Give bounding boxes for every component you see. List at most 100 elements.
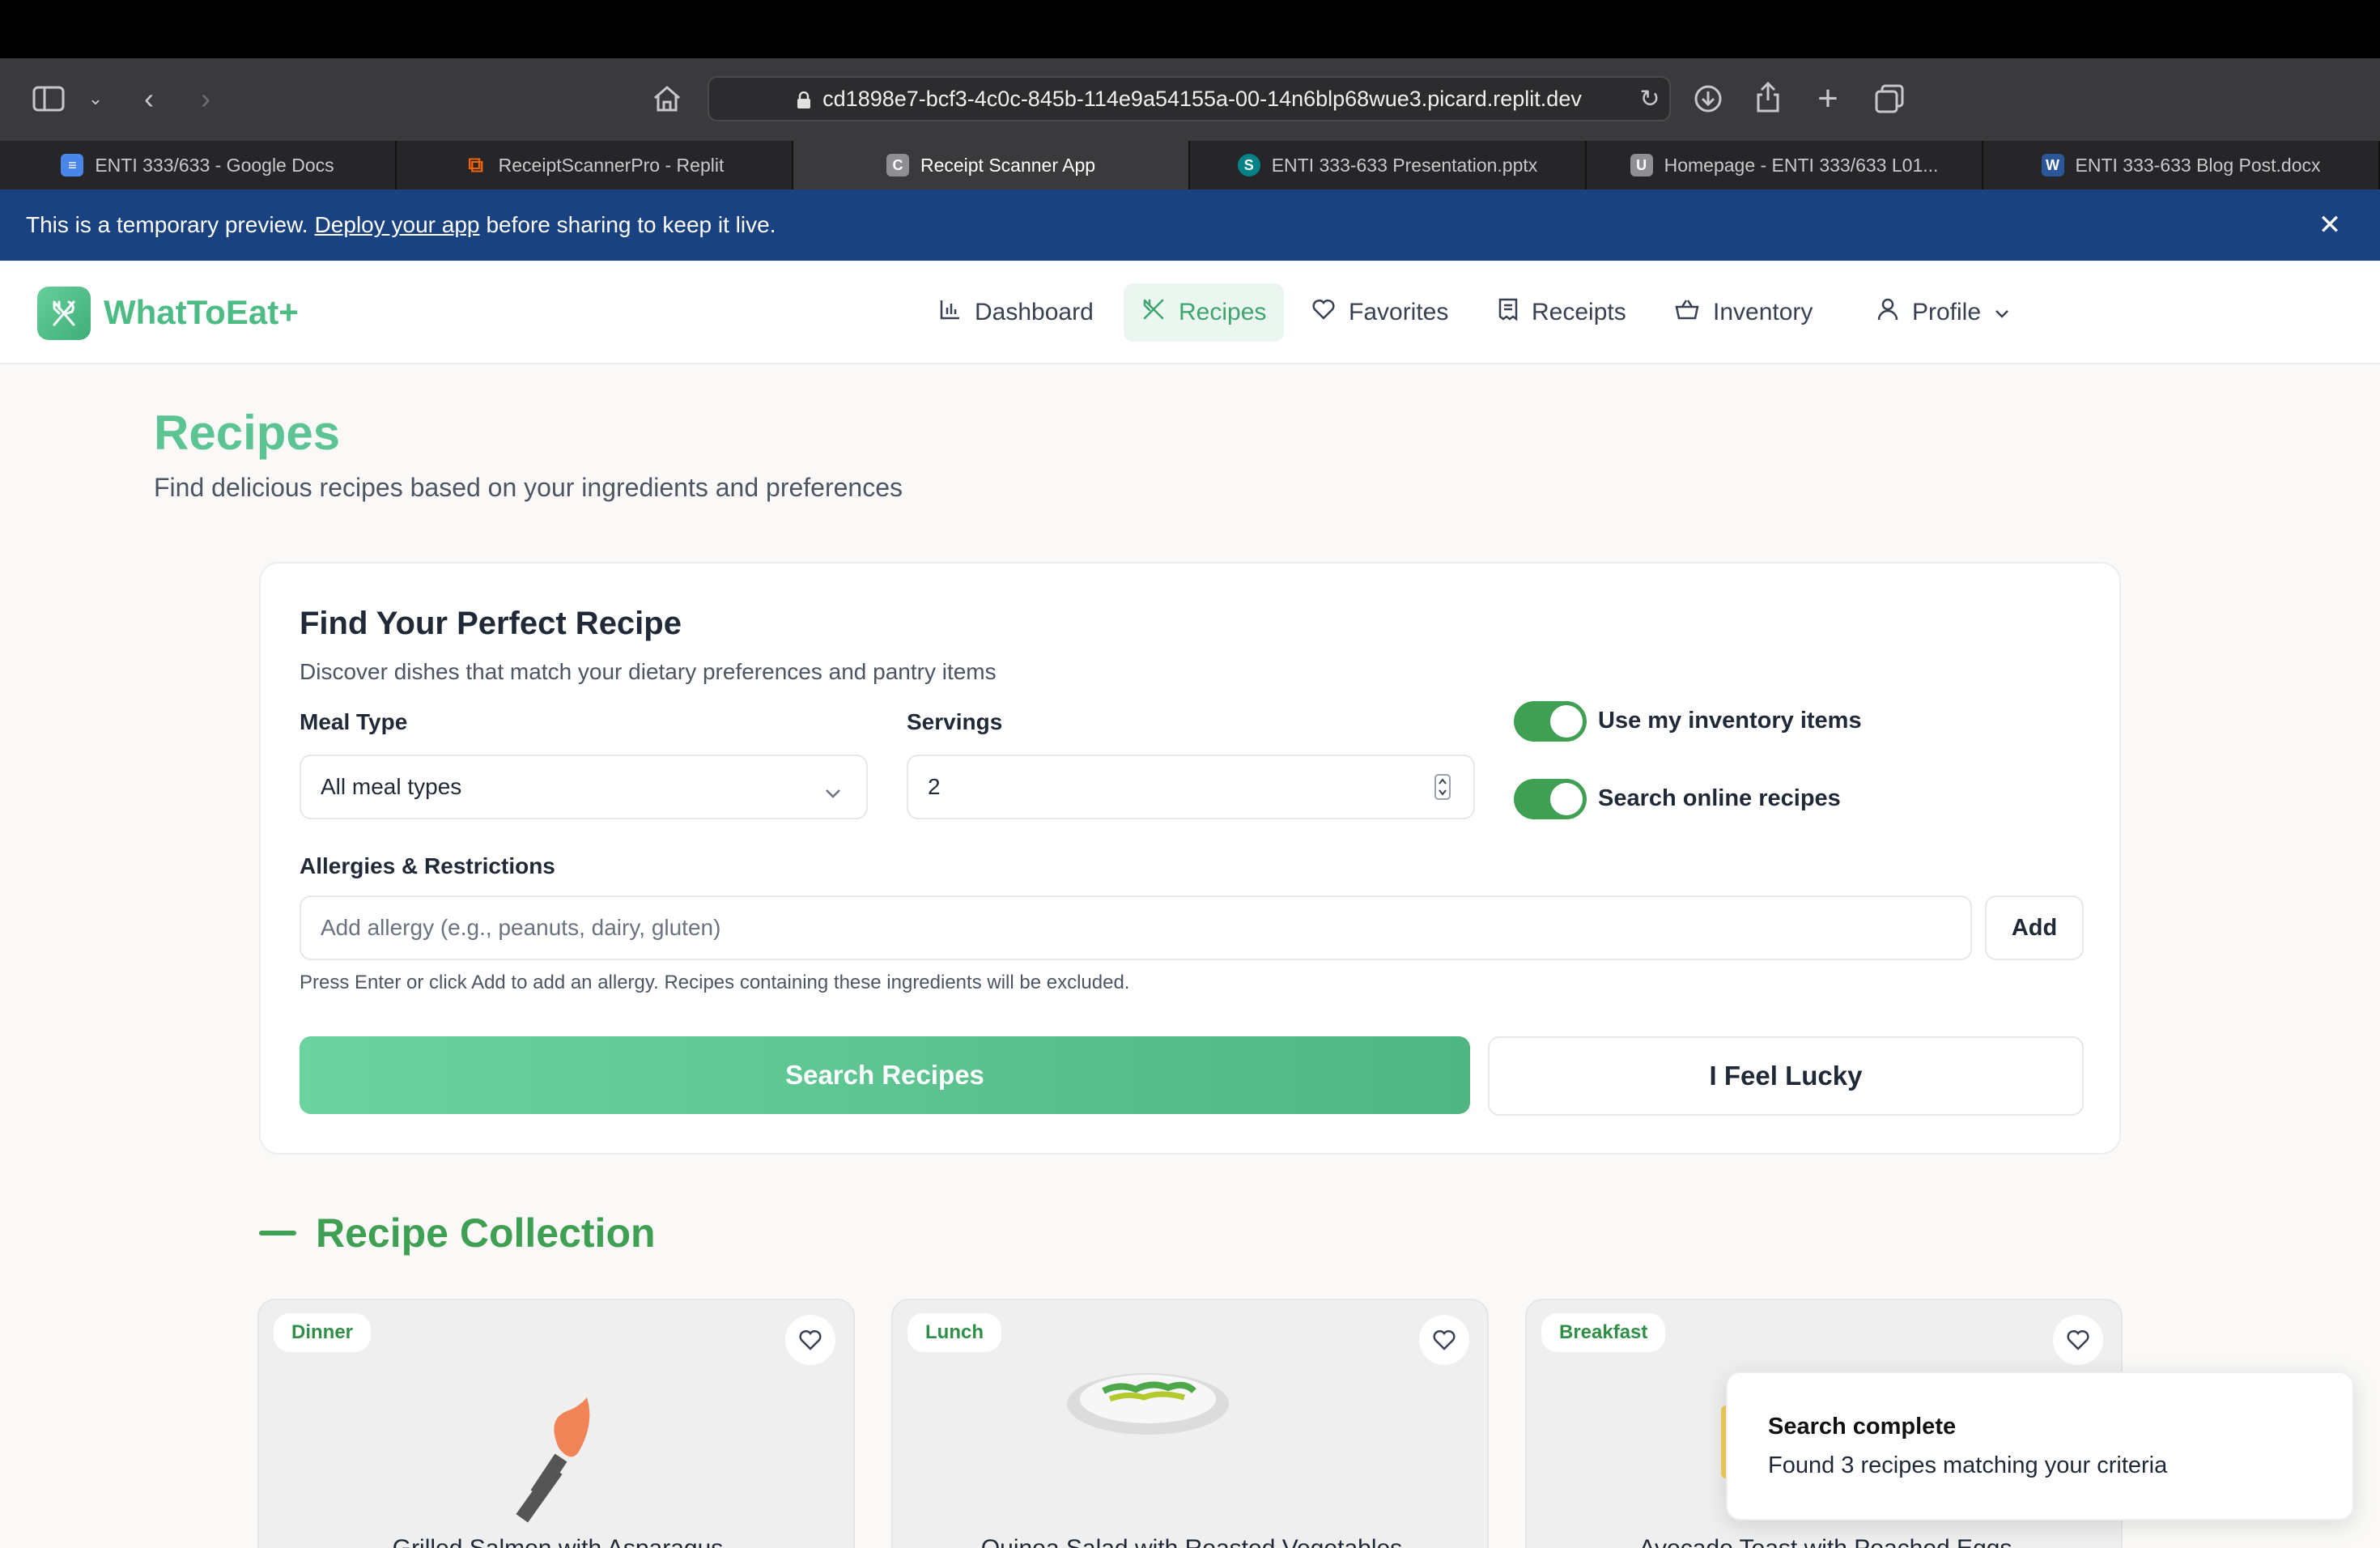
nav-label: Dashboard [975,299,1094,325]
section-accent-bar [259,1231,296,1235]
word-icon: W [2041,154,2064,176]
browser-tab[interactable]: W ENTI 333-633 Blog Post.docx [1983,141,2380,189]
banner-text: This is a temporary preview. [26,212,308,237]
stepper-icon[interactable] [1434,774,1451,806]
inventory-toggle[interactable] [1514,701,1587,742]
download-icon[interactable] [1685,76,1731,121]
tab-label: ENTI 333/633 - Google Docs [95,154,334,176]
nav-recipes[interactable]: Recipes [1124,283,1285,342]
nav-label: Recipes [1179,299,1267,325]
online-toggle[interactable] [1514,779,1587,819]
recipe-title: Grilled Salmon with Asparagus [259,1535,853,1548]
tab-label: Homepage - ENTI 333/633 L01... [1664,154,1939,176]
meal-type-select[interactable]: All meal types [300,755,868,819]
allergies-label: Allergies & Restrictions [300,853,555,878]
tab-label: ENTI 333-633 Blog Post.docx [2075,154,2321,176]
browser-tab[interactable]: ≡ ENTI 333/633 - Google Docs [0,141,397,189]
bar-chart-icon [939,298,962,327]
recipe-title: Quinoa Salad with Roasted Vegetables [893,1535,1487,1548]
chevron-down-icon[interactable]: ⌄ [73,76,118,121]
nav-dashboard[interactable]: Dashboard [921,283,1111,342]
back-icon[interactable]: ‹ [126,76,172,121]
favorite-heart-icon[interactable] [785,1315,835,1365]
online-toggle-label: Search online recipes [1598,785,1841,811]
address-bar[interactable]: cd1898e7-bcf3-4c0c-845b-114e9a54155a-00-… [708,76,1671,121]
tab-label: ReceiptScannerPro - Replit [498,154,725,176]
collection-title: Recipe Collection [316,1210,656,1256]
inventory-toggle-label: Use my inventory items [1598,708,1862,734]
banner-text-suffix: before sharing to keep it live. [486,212,776,237]
heart-icon [1311,298,1336,327]
brand-name[interactable]: WhatToEat+ [104,293,299,332]
page-subtitle: Find delicious recipes based on your ing… [154,473,903,502]
nav-profile[interactable]: Profile [1859,283,2028,342]
recipe-title: Avocado Toast with Poached Eggs [1527,1535,2121,1548]
meal-badge: Dinner [274,1313,372,1352]
toast-notification: Search complete Found 3 recipes matching… [1726,1372,2354,1520]
browser-tab-active[interactable]: C Receipt Scanner App [793,141,1190,189]
utensils-logo-icon[interactable] [37,287,91,340]
nav-label: Favorites [1349,299,1449,325]
servings-label: Servings [907,709,1003,734]
salad-illustration-icon [1063,1357,1233,1442]
favorite-heart-icon[interactable] [2053,1315,2103,1365]
servings-input[interactable]: 2 [907,755,1475,819]
toast-message: Found 3 recipes matching your criteria [1768,1452,2168,1478]
browser-tab[interactable]: S ENTI 333-633 Presentation.pptx [1190,141,1587,189]
search-recipes-button[interactable]: Search Recipes [300,1036,1470,1114]
browser-tab[interactable]: ⧉ ReceiptScannerPro - Replit [397,141,793,189]
recipe-card[interactable]: Lunch Quinoa Salad with Roasted Vegetabl… [891,1299,1489,1548]
reload-icon[interactable]: ↻ [1627,76,1672,121]
app-header: WhatToEat+ Dashboard Recipes Favorites R… [0,261,2380,364]
toast-title: Search complete [1768,1414,1957,1440]
tab-overview-icon[interactable] [1867,76,1912,121]
new-tab-icon[interactable]: + [1805,76,1851,121]
meal-type-label: Meal Type [300,709,408,734]
nav-favorites[interactable]: Favorites [1294,283,1466,342]
chevron-down-icon [1994,299,2010,326]
feel-lucky-button[interactable]: I Feel Lucky [1488,1036,2084,1116]
nav-label: Receipts [1532,299,1626,325]
salmon-illustration-icon [502,1391,607,1533]
basket-icon [1674,298,1700,327]
card-subtitle: Discover dishes that match your dietary … [300,659,997,684]
preview-banner: This is a temporary preview. Deploy your… [0,189,2380,261]
browser-tab[interactable]: U Homepage - ENTI 333/633 L01... [1587,141,1983,189]
home-icon[interactable] [644,76,690,121]
browser-toolbar: ⌄ ‹ › cd1898e7-bcf3-4c0c-845b-114e9a5415… [0,58,2380,141]
servings-value: 2 [928,774,941,799]
tab-label: ENTI 333-633 Presentation.pptx [1271,154,1538,176]
url-text: cd1898e7-bcf3-4c0c-845b-114e9a54155a-00-… [822,86,1582,111]
forward-icon[interactable]: › [183,76,228,121]
chevron-down-icon [824,779,842,805]
u-favicon-icon: U [1630,154,1653,176]
allergy-hint: Press Enter or click Add to add an aller… [300,972,1130,993]
utensils-icon [1141,297,1166,328]
add-allergy-button[interactable]: Add [1985,895,2084,960]
close-icon[interactable]: ✕ [2312,207,2348,243]
meal-type-value: All meal types [321,774,462,799]
tab-label: Receipt Scanner App [920,154,1096,176]
allergy-input[interactable]: Add allergy (e.g., peanuts, dairy, glute… [300,895,1972,960]
sidebar-toggle-icon[interactable] [26,76,71,121]
recipe-search-card: Find Your Perfect Recipe Discover dishes… [259,562,2121,1155]
favorite-heart-icon[interactable] [1419,1315,1469,1365]
menu-bar [0,0,2380,58]
toggle-knob [1550,705,1583,738]
browser-tab-strip: ≡ ENTI 333/633 - Google Docs ⧉ ReceiptSc… [0,141,2380,189]
google-docs-icon: ≡ [61,154,84,176]
user-icon [1876,297,1899,328]
page-title: Recipes [154,406,341,460]
sharepoint-icon: S [1237,154,1260,176]
toggle-knob [1550,783,1583,815]
receipt-icon [1498,297,1519,328]
nav-receipts[interactable]: Receipts [1480,283,1644,342]
meal-badge: Breakfast [1541,1313,1666,1352]
nav-inventory[interactable]: Inventory [1656,283,1830,342]
replit-icon: ⧉ [468,152,483,176]
c-favicon-icon: C [886,154,909,176]
deploy-link[interactable]: Deploy your app [315,212,480,238]
recipe-card[interactable]: Dinner Grilled Salmon with Asparagus [257,1299,855,1548]
share-icon[interactable] [1745,74,1791,120]
allergy-placeholder: Add allergy (e.g., peanuts, dairy, glute… [321,915,721,940]
